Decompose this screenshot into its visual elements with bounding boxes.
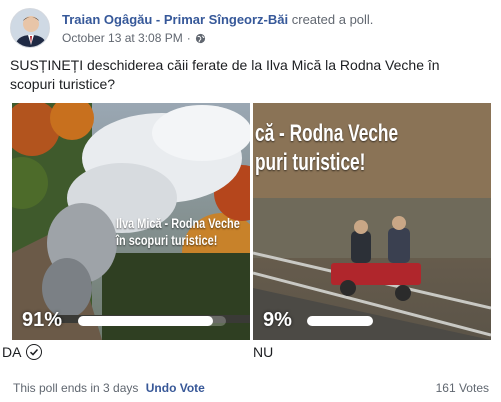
post-header: Traian Ogâgău - Primar Sîngeorz-Băi crea… xyxy=(10,8,491,48)
option-nu-percent: 9% xyxy=(263,309,292,331)
option-da-image-caption: Ilva Mică - Rodna Veche în scopuri turis… xyxy=(116,215,249,249)
option-nu-progress xyxy=(307,316,491,326)
vote-count[interactable]: 161 Votes xyxy=(436,381,489,395)
option-nu-image-caption: că - Rodna Veche puri turistice! xyxy=(255,119,478,177)
option-nu-label-row[interactable]: NU xyxy=(253,344,273,360)
option-nu-image[interactable]: că - Rodna Veche puri turistice! 9% xyxy=(253,103,491,340)
option-nu-progress-fill xyxy=(307,316,373,326)
poll-question: SUSȚINEȚI deschiderea căii ferate de la … xyxy=(10,57,440,92)
author-line: Traian Ogâgău - Primar Sîngeorz-Băi crea… xyxy=(62,12,373,27)
caption-line-1: că - Rodna Veche xyxy=(255,120,399,147)
caption-line-1: Ilva Mică - Rodna Veche xyxy=(116,215,240,231)
check-circle-icon xyxy=(26,344,43,360)
post-timestamp[interactable]: October 13 at 3:08 PM xyxy=(62,31,183,45)
option-nu-label: NU xyxy=(253,344,274,360)
poll-footer: This poll ends in 3 days Undo Vote 161 V… xyxy=(13,381,489,395)
option-da-label: DA xyxy=(2,344,22,360)
option-da-progress xyxy=(78,316,226,326)
poll-option-nu[interactable]: că - Rodna Veche puri turistice! 9% xyxy=(253,103,491,343)
caption-line-2: în scopuri turistice! xyxy=(116,232,218,248)
poll-option-da[interactable]: Ilva Mică - Rodna Veche în scopuri turis… xyxy=(12,103,250,343)
author-name-link[interactable]: Traian Ogâgău - Primar Sîngeorz-Băi xyxy=(62,12,288,27)
avatar[interactable] xyxy=(10,8,50,48)
meta-separator: · xyxy=(186,31,191,45)
globe-icon[interactable] xyxy=(195,33,206,44)
caption-line-2: puri turistice! xyxy=(255,149,366,176)
poll-options: Ilva Mică - Rodna Veche în scopuri turis… xyxy=(10,103,491,343)
option-da-progress-fill xyxy=(78,316,213,326)
poll-ends-text: This poll ends in 3 days xyxy=(13,381,139,395)
post-meta: October 13 at 3:08 PM · xyxy=(62,31,206,45)
post-action-text: created a poll. xyxy=(291,12,374,27)
option-da-image[interactable]: Ilva Mică - Rodna Veche în scopuri turis… xyxy=(12,103,250,340)
option-da-label-row[interactable]: DA xyxy=(2,344,43,360)
option-da-percent: 91% xyxy=(22,309,63,331)
undo-vote-link[interactable]: Undo Vote xyxy=(146,381,205,395)
